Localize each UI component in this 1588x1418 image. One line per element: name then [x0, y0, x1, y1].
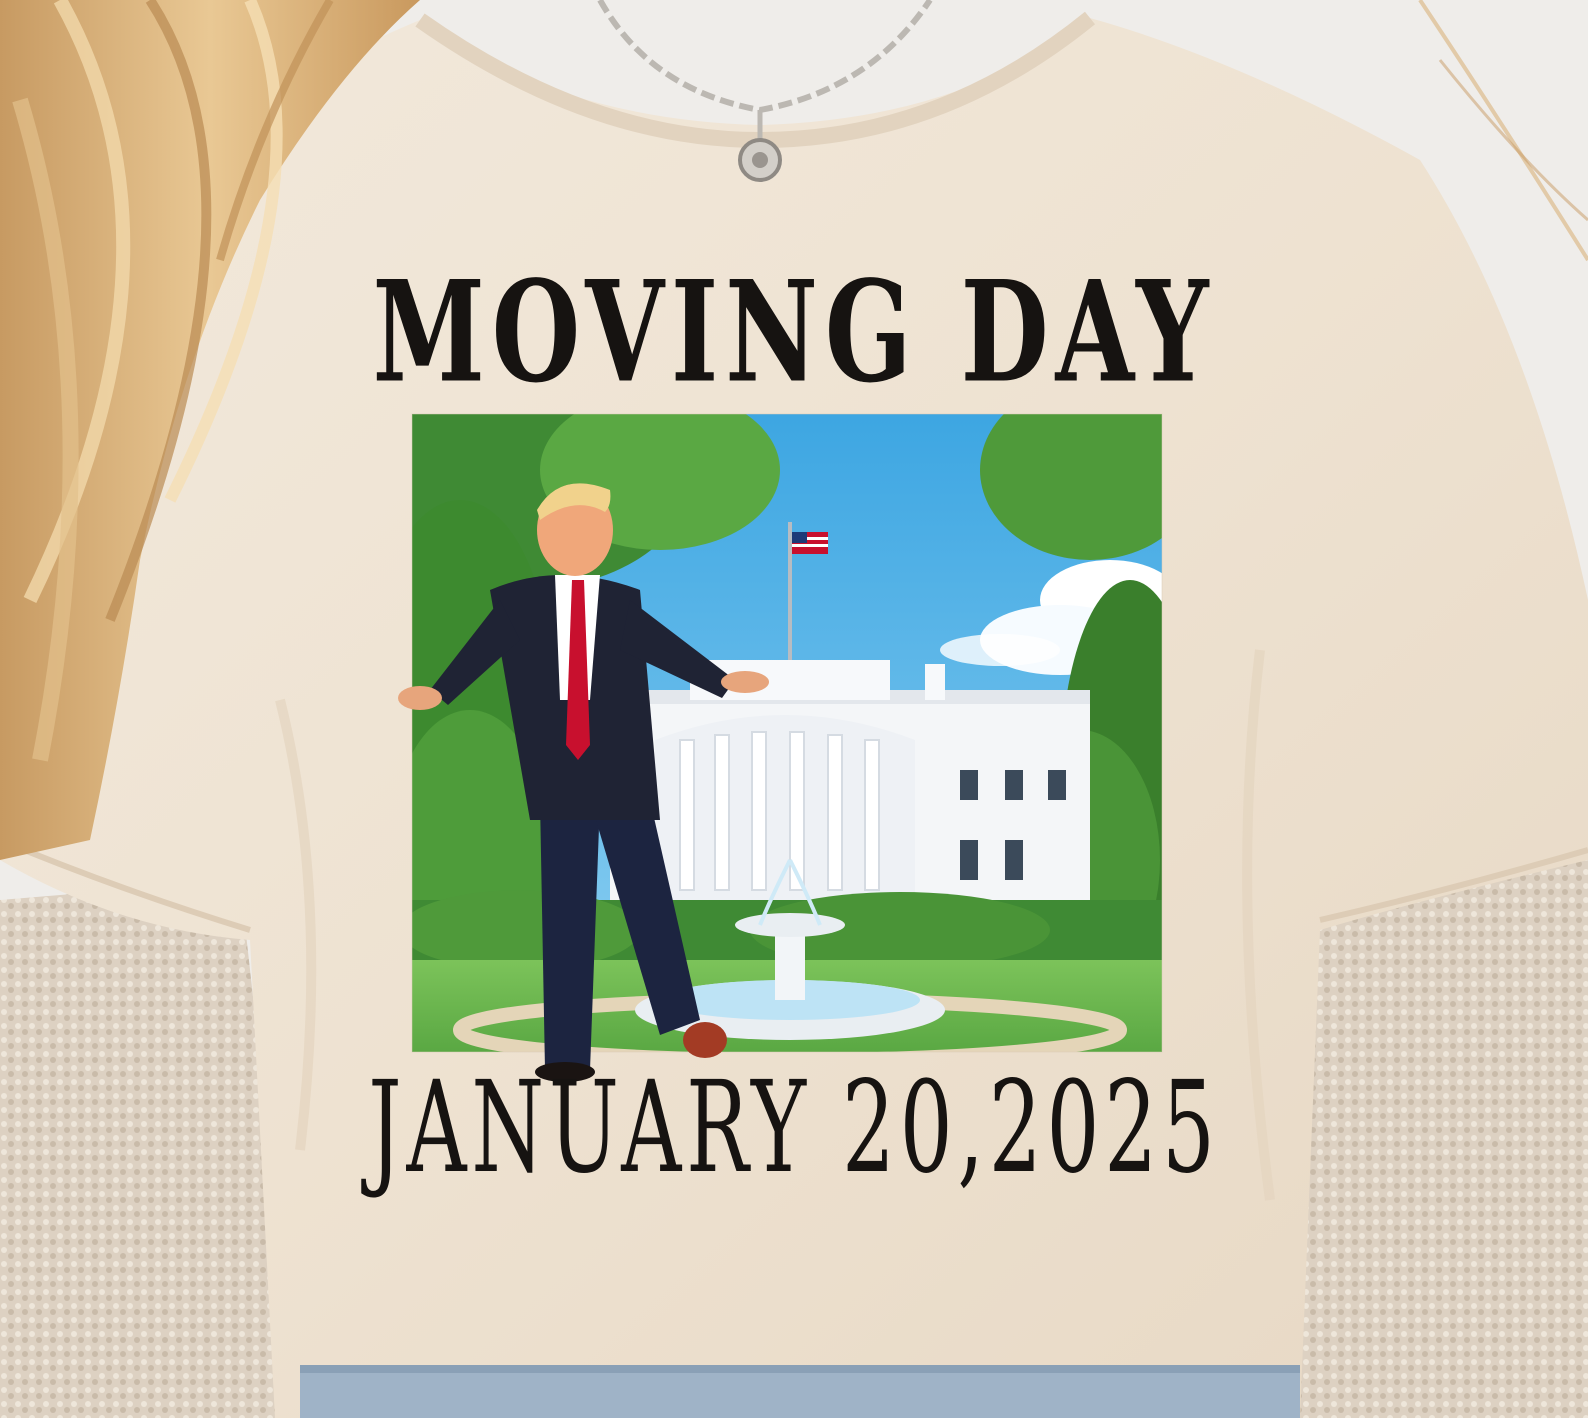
product-photo: MOVING DAY JANUARY 20,2025 — [0, 0, 1588, 1418]
shirt-date: JANUARY 20,2025 — [368, 1052, 1220, 1202]
photo-scene — [0, 0, 1588, 1418]
white-house-illustration — [412, 414, 1162, 1052]
shirt-headline: MOVING DAY — [372, 249, 1216, 414]
